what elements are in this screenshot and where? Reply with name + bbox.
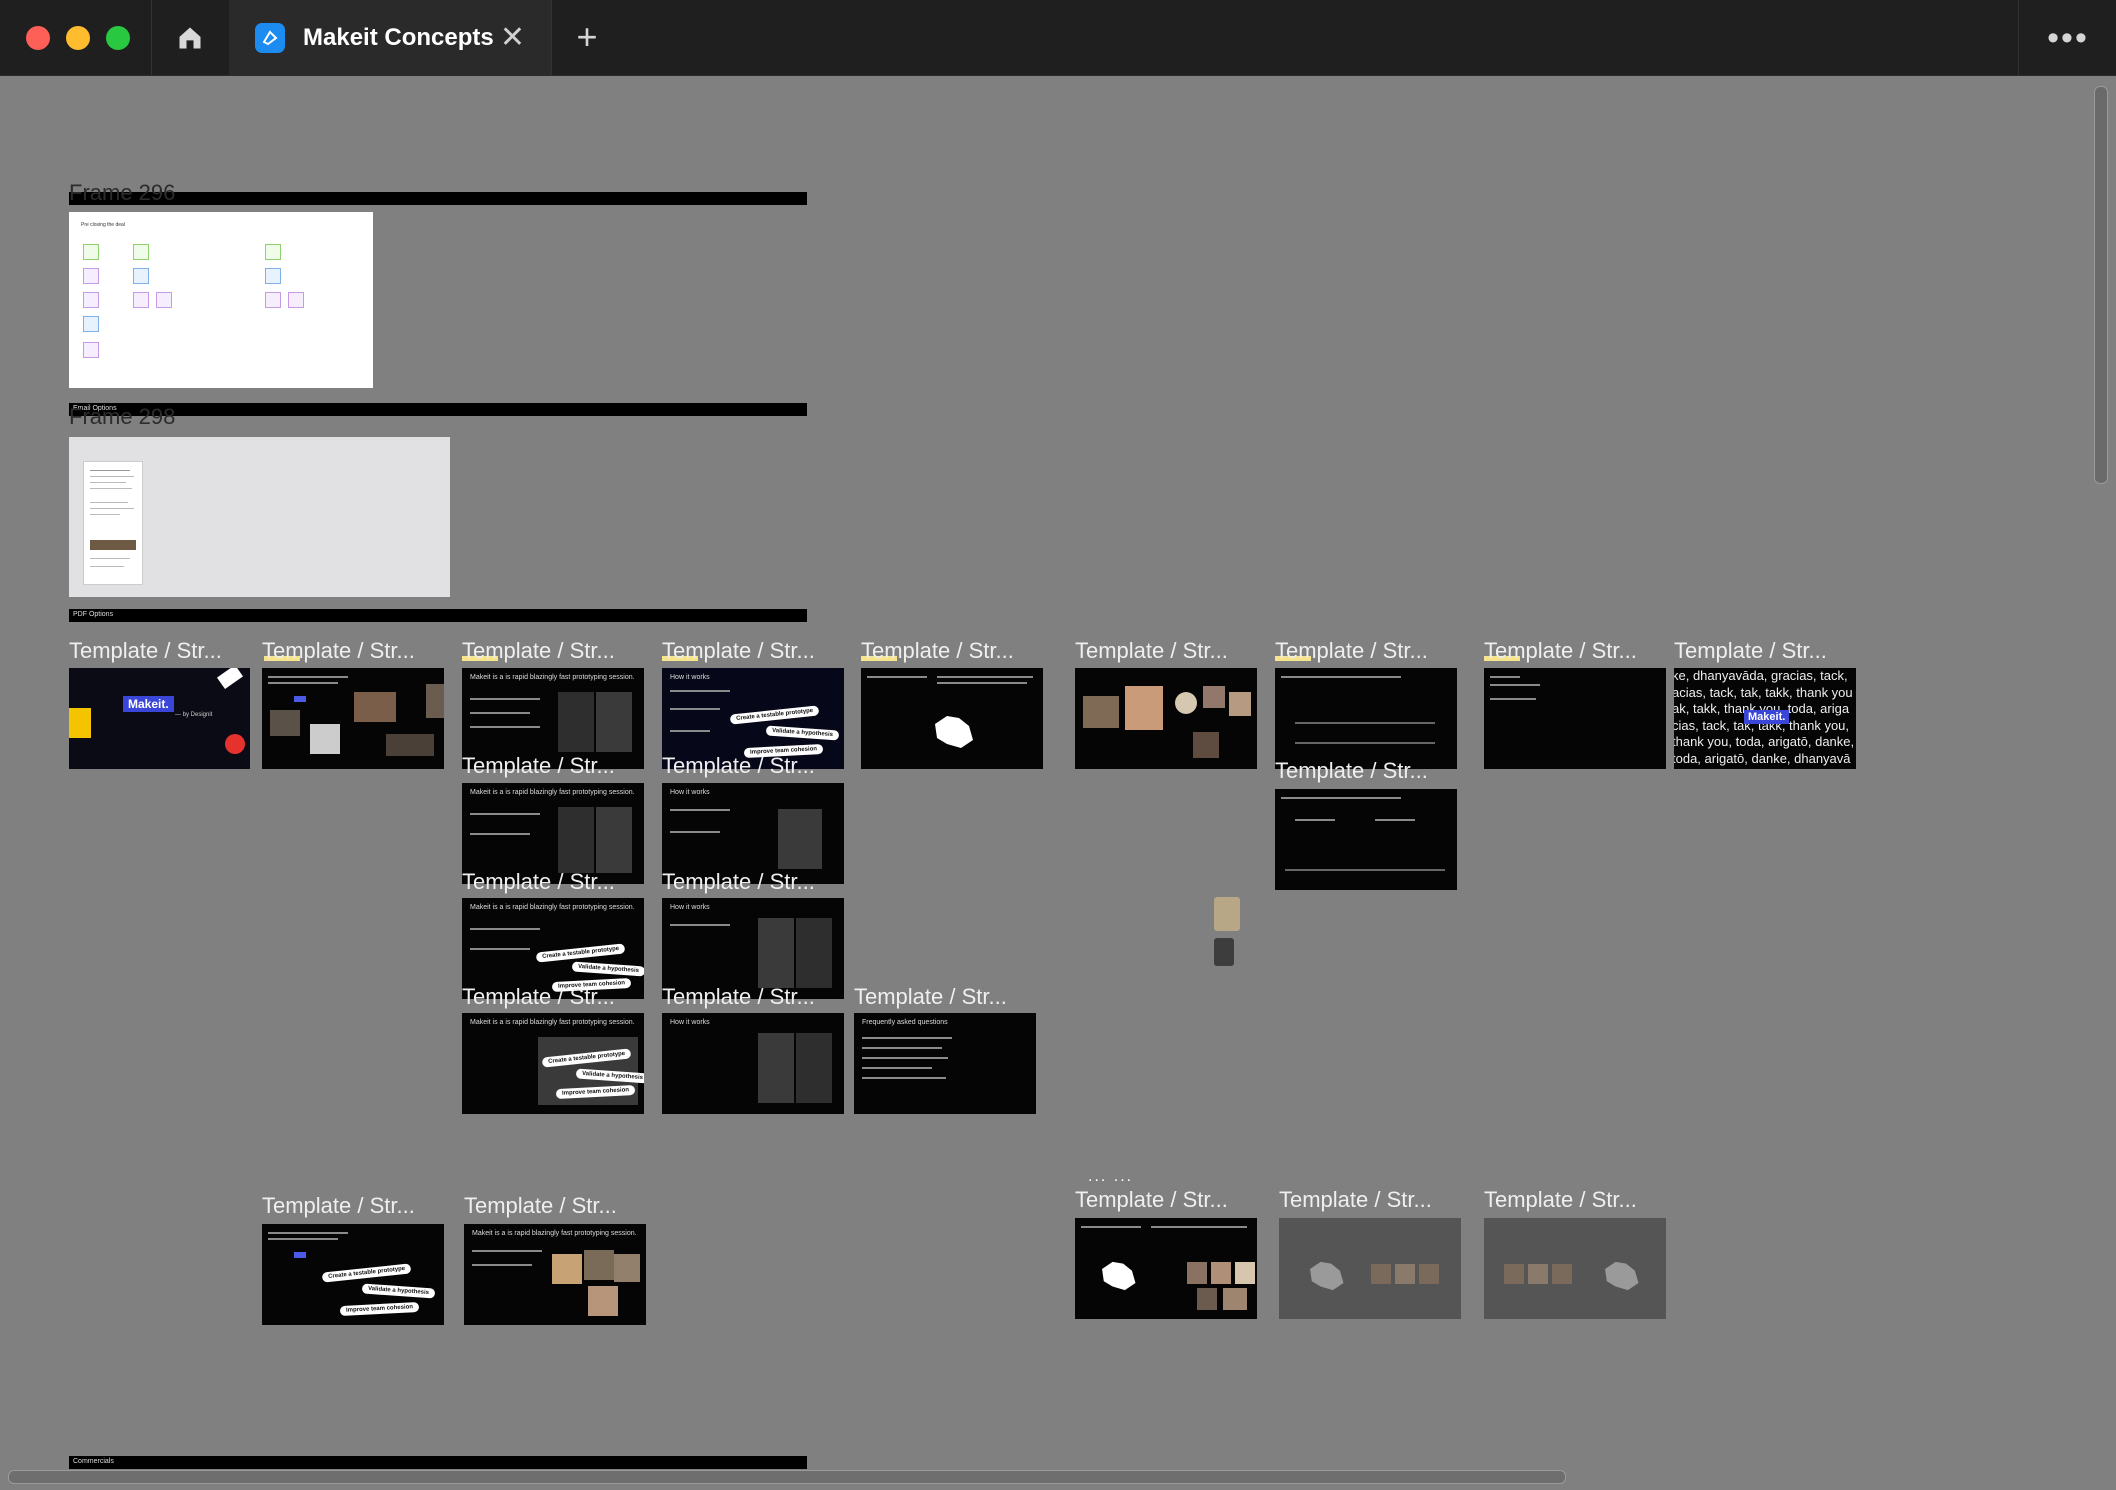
slide-thumbnail-thanks[interactable]: ke, dhanyavāda, gracias, tack, acias, ta… — [1674, 668, 1856, 769]
close-icon[interactable]: ✕ — [500, 22, 525, 53]
tab-makeit-concepts[interactable]: Makeit Concepts ✕ — [229, 0, 551, 75]
titlebar-divider — [2018, 0, 2019, 75]
thumbnail-label[interactable]: Template / Str... — [1275, 758, 1428, 784]
slide-thumbnail[interactable]: Makeit is a is rapid blazingly fast prot… — [464, 1224, 646, 1325]
thumbnail-label[interactable]: Template / Str... — [69, 638, 222, 664]
sticky-note — [133, 268, 149, 284]
section-bar — [69, 192, 807, 205]
slide-thumbnail[interactable]: Frequently asked questions — [854, 1013, 1036, 1114]
thumbnail-label[interactable]: Template / Str... — [1275, 638, 1428, 664]
window-titlebar: Makeit Concepts ✕ + ••• — [0, 0, 2116, 76]
sticky-note — [83, 342, 99, 358]
thumbnail-label[interactable]: Template / Str... — [462, 638, 615, 664]
slide-thumbnail[interactable] — [1275, 668, 1457, 769]
slide-thumbnail[interactable] — [1075, 1218, 1257, 1319]
australia-map — [1102, 1261, 1136, 1291]
home-icon — [179, 27, 201, 48]
slide-thumbnail[interactable] — [861, 668, 1043, 769]
thumbnail-label[interactable]: Template / Str... — [464, 1193, 617, 1219]
sticky-note — [83, 292, 99, 308]
ellipsis-text: ... ... — [1088, 1168, 1134, 1185]
frame-label[interactable]: Frame 296 — [69, 180, 175, 206]
thumbnail-label[interactable]: Template / Str... — [854, 984, 1007, 1010]
sticky-note — [265, 244, 281, 260]
thumbnail-label[interactable]: Template / Str... — [1075, 1187, 1228, 1213]
email-preview — [83, 461, 143, 585]
home-button[interactable] — [152, 0, 228, 75]
image-thumbnail[interactable] — [1214, 897, 1240, 931]
thumbnail-label[interactable]: Template / Str... — [1075, 638, 1228, 664]
sticky-note — [156, 292, 172, 308]
makeit-app-icon — [255, 22, 285, 53]
window-minimize-button[interactable] — [66, 26, 90, 50]
slide-thumbnail[interactable]: Create a testable prototype Validate a h… — [262, 1224, 444, 1325]
thumbnail-label[interactable]: Template / Str... — [462, 984, 615, 1010]
slide-thumbnail[interactable]: Makeit is a is rapid blazingly fast prot… — [462, 1013, 644, 1114]
slide-thumbnail[interactable]: Makeit. — by Designit — [69, 668, 250, 769]
sticky-note — [133, 292, 149, 308]
australia-map — [935, 716, 973, 748]
section-label: PDF Options — [73, 611, 114, 618]
sticky-note — [83, 268, 99, 284]
sticky-note — [265, 268, 281, 284]
slide-thumbnail[interactable] — [1484, 668, 1666, 769]
thumbnail-label[interactable]: Template / Str... — [1484, 638, 1637, 664]
design-canvas[interactable]: Frame 296 Pre closing the deal Email Opt… — [0, 76, 2116, 1490]
sticky-note — [83, 316, 99, 332]
tab-title: Makeit Concepts — [303, 23, 494, 51]
slide-thumbnail[interactable] — [1484, 1218, 1666, 1319]
thumbnail-label[interactable]: Template / Str... — [662, 869, 815, 895]
horizontal-scrollbar[interactable] — [8, 1470, 1566, 1484]
section-commercials[interactable]: Commercials — [69, 1456, 807, 1469]
thumbnail-label[interactable]: Template / Str... — [662, 753, 815, 779]
frame-296[interactable]: Pre closing the deal — [69, 212, 373, 388]
window-maximize-button[interactable] — [106, 26, 130, 50]
slide-thumbnail[interactable] — [1279, 1218, 1461, 1319]
section-label: Commercials — [73, 1458, 114, 1465]
sticky-note — [83, 244, 99, 260]
frame-label[interactable]: Frame 298 — [69, 404, 175, 430]
section-email-options[interactable]: Email Options — [69, 403, 807, 416]
section-pdf-options[interactable]: PDF Options — [69, 609, 807, 622]
makeit-logo: Makeit. — [123, 696, 174, 712]
thumbnail-label[interactable]: Template / Str... — [462, 753, 615, 779]
slide-thumbnail[interactable] — [1075, 668, 1257, 769]
thumbnail-label[interactable]: Template / Str... — [861, 638, 1014, 664]
thumbnail-label[interactable]: Template / Str... — [262, 1193, 415, 1219]
plus-icon[interactable]: + — [564, 14, 610, 60]
slide-thumbnail[interactable] — [262, 668, 444, 769]
slide-thumbnail[interactable] — [1275, 789, 1457, 890]
more-icon[interactable]: ••• — [2038, 18, 2098, 58]
thumbnail-label[interactable]: Template / Str... — [662, 638, 815, 664]
frame-text: Pre closing the deal — [81, 222, 125, 228]
thumbnail-label[interactable]: Template / Str... — [1279, 1187, 1432, 1213]
sticky-note — [265, 292, 281, 308]
window-close-button[interactable] — [26, 26, 50, 50]
sticky-note — [288, 292, 304, 308]
australia-map — [1605, 1261, 1639, 1291]
thumbnail-label[interactable]: Template / Str... — [462, 869, 615, 895]
image-thumbnail[interactable] — [1214, 938, 1234, 966]
frame-298[interactable] — [69, 437, 450, 597]
thumbnail-label[interactable]: Template / Str... — [1484, 1187, 1637, 1213]
slide-thumbnail[interactable]: How it works — [662, 1013, 844, 1114]
australia-map — [1310, 1261, 1344, 1291]
sticky-note — [133, 244, 149, 260]
thumbnail-label[interactable]: Template / Str... — [662, 984, 815, 1010]
thumbnail-label[interactable]: Template / Str... — [1674, 638, 1827, 664]
titlebar-divider — [551, 0, 552, 75]
vertical-scrollbar[interactable] — [2094, 86, 2108, 484]
thumbnail-label[interactable]: Template / Str... — [262, 638, 415, 664]
